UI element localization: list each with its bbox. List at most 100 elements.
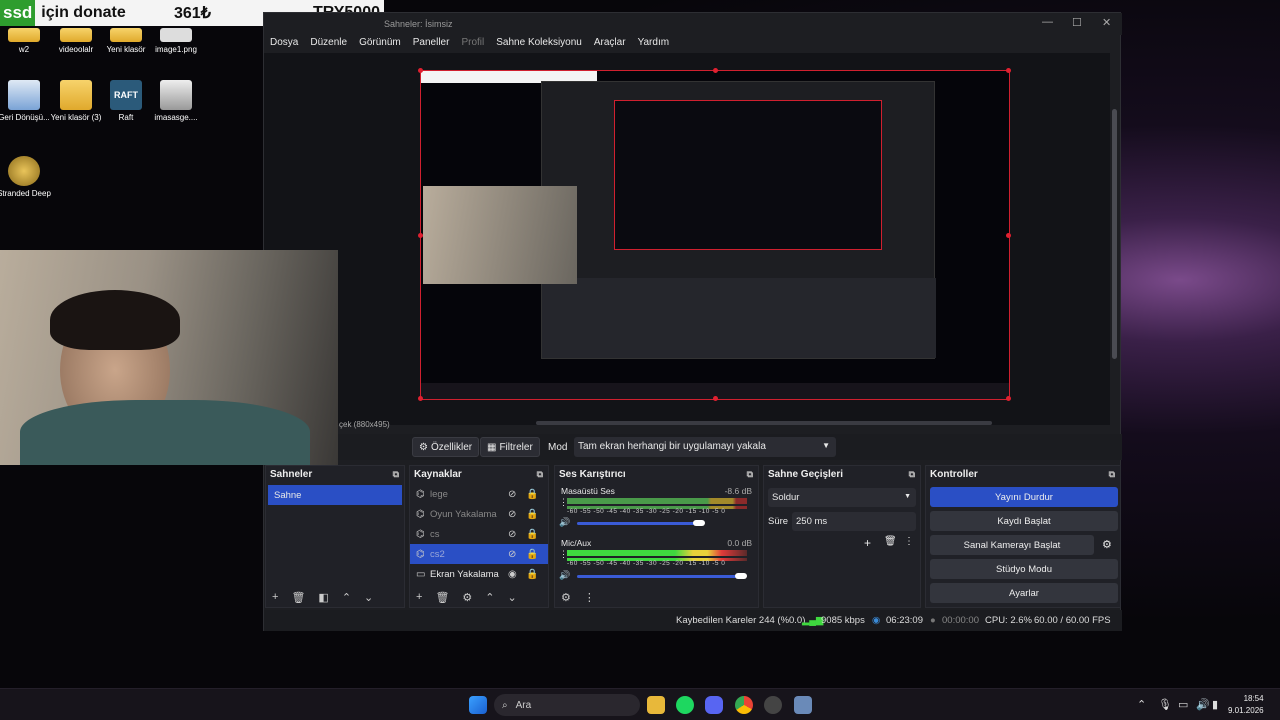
mode-value: Tam ekran herhangi bir uygulamayı yakala xyxy=(578,441,766,452)
preview-canvas[interactable] xyxy=(420,70,1010,400)
menu-duzenle[interactable]: Düzenle xyxy=(304,35,353,53)
resize-handle[interactable] xyxy=(418,233,423,238)
lock-icon[interactable]: 🔒 xyxy=(526,529,538,540)
desktop-icon-stranded-deep[interactable]: Stranded Deep xyxy=(0,156,54,199)
source-label: lege xyxy=(430,488,448,500)
start-recording-button[interactable]: Kaydı Başlat xyxy=(930,511,1118,531)
properties-button[interactable]: ⚙ Özellikler xyxy=(412,437,480,457)
obs-icon[interactable] xyxy=(764,696,782,714)
gear-icon: ⚙ xyxy=(419,441,428,453)
volume-icon[interactable]: 🔊 xyxy=(1196,698,1210,711)
desktop-icon-imasasge[interactable]: imasasge.... xyxy=(146,80,206,123)
resize-handle[interactable] xyxy=(1006,233,1011,238)
preview-horizontal-scrollbar[interactable] xyxy=(536,421,992,425)
lock-icon[interactable]: 🔒 xyxy=(526,509,538,520)
speaker-icon[interactable]: 🔊 xyxy=(559,517,570,528)
microphone-icon[interactable]: 🎙 xyxy=(1158,698,1172,711)
menu-araclar[interactable]: Araçlar xyxy=(588,35,632,53)
transition-select[interactable]: Soldur ▼ xyxy=(768,488,916,507)
sources-footer: + 🗑 ⚙ ⌃ ⌄ xyxy=(410,587,548,607)
eye-off-icon[interactable]: ⊘ xyxy=(508,489,516,500)
resize-handle[interactable] xyxy=(418,396,423,401)
add-icon[interactable]: + xyxy=(416,591,422,603)
resize-handle[interactable] xyxy=(713,396,718,401)
add-icon[interactable]: + xyxy=(272,591,278,603)
settings-button[interactable]: Ayarlar xyxy=(930,583,1118,603)
app-icon[interactable] xyxy=(794,696,812,714)
volume-slider[interactable] xyxy=(577,575,742,578)
preview-vertical-scrollbar[interactable] xyxy=(1112,109,1117,359)
minimize-icon[interactable]: — xyxy=(1042,16,1053,28)
source-item-selected[interactable]: ⌬ cs2 ⊘ 🔒 xyxy=(410,544,548,564)
taskbar-search[interactable]: ⌕ Ara xyxy=(494,694,640,716)
spotify-icon[interactable] xyxy=(676,696,694,714)
source-item[interactable]: ⌬ cs ⊘ 🔒 xyxy=(410,524,548,544)
filters-button[interactable]: ▦ Filtreler xyxy=(480,437,540,457)
lock-icon[interactable]: 🔒 xyxy=(526,569,538,580)
menu-paneller[interactable]: Paneller xyxy=(407,35,456,53)
resize-handle[interactable] xyxy=(418,68,423,73)
trash-icon[interactable]: 🗑 xyxy=(291,591,305,604)
close-icon[interactable]: ✕ xyxy=(1102,16,1111,29)
menu-dosya[interactable]: Dosya xyxy=(264,35,304,53)
desktop-icon-label: image1.png xyxy=(155,45,197,54)
battery-icon[interactable]: ▮ xyxy=(1212,698,1218,711)
arrow-down-icon[interactable]: ⌄ xyxy=(508,591,517,604)
window-title: Sahneler: İsimsiz xyxy=(384,19,453,29)
file-explorer-icon[interactable] xyxy=(647,696,665,714)
gear-icon[interactable]: ⚙ xyxy=(1102,538,1112,551)
arrow-up-icon[interactable]: ⌃ xyxy=(485,591,494,604)
kebab-menu-icon[interactable]: ⋮ xyxy=(904,536,914,547)
resize-handle[interactable] xyxy=(1006,68,1011,73)
scene-item[interactable]: Sahne xyxy=(268,485,402,505)
desktop-icon-image1[interactable]: image1.png xyxy=(146,28,206,55)
volume-slider-knob[interactable] xyxy=(693,520,705,526)
resize-handle[interactable] xyxy=(713,68,718,73)
eye-off-icon[interactable]: ⊘ xyxy=(508,509,516,520)
network-icon[interactable]: ▭ xyxy=(1178,698,1188,711)
resize-handle[interactable] xyxy=(1006,396,1011,401)
arrow-up-icon[interactable]: ⌃ xyxy=(342,591,351,604)
menu-yardim[interactable]: Yardım xyxy=(632,35,676,53)
arrow-down-icon[interactable]: ⌄ xyxy=(364,591,373,604)
maximize-icon[interactable]: ☐ xyxy=(1072,16,1082,29)
trash-icon[interactable]: 🗑 xyxy=(884,536,897,547)
mode-select[interactable]: Tam ekran herhangi bir uygulamayı yakala… xyxy=(574,437,836,457)
discord-icon[interactable] xyxy=(705,696,723,714)
studio-mode-button[interactable]: Stüdyo Modu xyxy=(930,559,1118,579)
volume-slider-knob[interactable] xyxy=(735,573,747,579)
add-icon[interactable]: + xyxy=(864,536,871,550)
gear-icon[interactable]: ⚙ xyxy=(462,591,472,604)
windows-start-icon[interactable] xyxy=(469,696,487,714)
popout-icon[interactable]: ⧉ xyxy=(1109,469,1115,480)
popout-icon[interactable]: ⧉ xyxy=(747,469,753,480)
eye-off-icon[interactable]: ⊘ xyxy=(508,529,516,540)
mixer-settings-icon[interactable]: ⚙ xyxy=(561,591,571,604)
source-item[interactable]: ⌬ Oyun Yakalama ⊘ 🔒 xyxy=(410,504,548,524)
taskbar-clock[interactable]: 18:54 9.01.2026 xyxy=(1228,693,1264,717)
menu-gorunum[interactable]: Görünüm xyxy=(353,35,407,53)
trash-icon[interactable]: 🗑 xyxy=(435,591,449,604)
bitrate: 9085 kbps xyxy=(821,615,865,626)
speaker-icon[interactable]: 🔊 xyxy=(559,570,570,581)
eye-icon[interactable]: ◉ xyxy=(508,569,517,580)
popout-icon[interactable]: ⧉ xyxy=(909,469,915,480)
source-item[interactable]: ⌬ lege ⊘ 🔒 xyxy=(410,484,548,504)
duration-spinbox[interactable]: 250 ms xyxy=(792,512,916,531)
menu-sahne-koleksiyonu[interactable]: Sahne Koleksiyonu xyxy=(490,35,588,53)
filter-icon[interactable]: ◧ xyxy=(318,591,328,604)
chrome-icon[interactable] xyxy=(735,696,753,714)
source-item[interactable]: ▭ Ekran Yakalama ◉ 🔒 xyxy=(410,564,548,584)
lock-icon[interactable]: 🔒 xyxy=(526,549,538,560)
start-virtual-camera-button[interactable]: Sanal Kamerayı Başlat xyxy=(930,535,1094,555)
eye-off-icon[interactable]: ⊘ xyxy=(508,549,516,560)
volume-slider[interactable] xyxy=(577,522,697,525)
source-label: cs2 xyxy=(430,548,445,560)
popout-icon[interactable]: ⧉ xyxy=(393,469,399,480)
chevron-up-icon[interactable]: ⌃ xyxy=(1137,698,1146,711)
popout-icon[interactable]: ⧉ xyxy=(537,469,543,480)
kebab-menu-icon[interactable]: ⋮ xyxy=(584,591,595,604)
stop-streaming-button[interactable]: Yayını Durdur xyxy=(930,487,1118,507)
menu-profil[interactable]: Profil xyxy=(455,35,490,53)
lock-icon[interactable]: 🔒 xyxy=(526,489,538,500)
